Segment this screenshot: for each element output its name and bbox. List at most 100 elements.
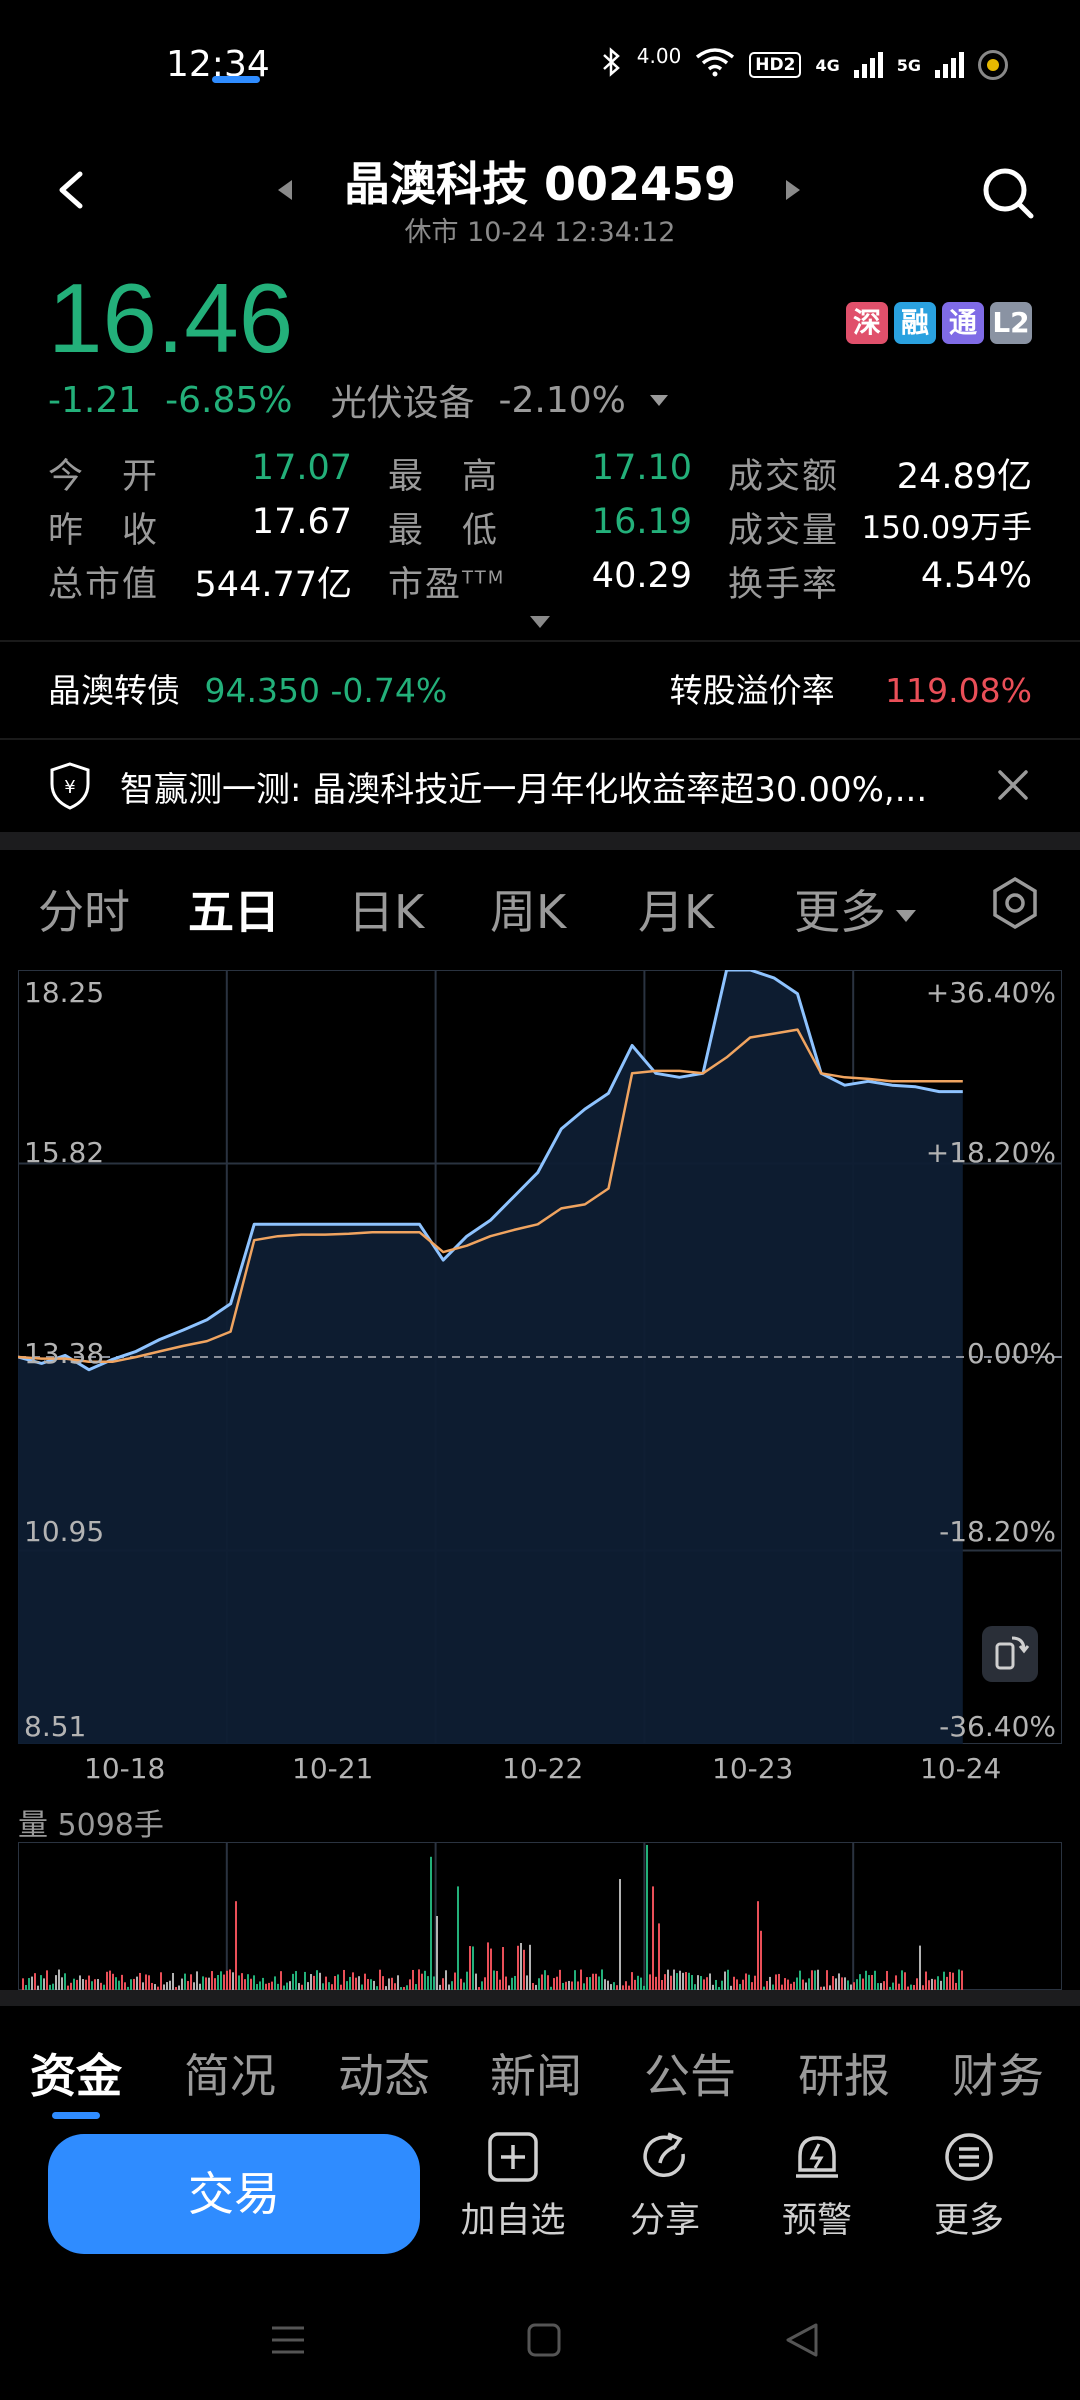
volume-bar: [241, 1973, 243, 1990]
menu-nav-icon[interactable]: [268, 2320, 308, 2360]
volume-bar: [55, 1975, 57, 1990]
info-tabs: 资金 简况 动态 新闻 公告 研报 财务: [0, 2040, 1080, 2110]
volume-bar: [523, 1949, 525, 1990]
volume-bar: [634, 1979, 636, 1990]
volume-bar: [31, 1976, 33, 1990]
add-watchlist-button[interactable]: 加自选: [448, 2130, 578, 2243]
info-tab[interactable]: 动态: [338, 2040, 430, 2106]
volume-bar: [760, 1930, 762, 1990]
next-stock-icon[interactable]: [786, 180, 800, 200]
network-type-2: 5G: [896, 55, 921, 75]
info-tab[interactable]: 资金: [30, 2040, 122, 2106]
volume-bar: [751, 1982, 753, 1990]
volume-bar: [262, 1977, 264, 1990]
stock-badge: 深: [846, 302, 888, 344]
volume-bar: [778, 1973, 780, 1990]
volume-bar: [61, 1977, 63, 1990]
volume-bar: [166, 1982, 168, 1990]
info-tab[interactable]: 新闻: [490, 2040, 582, 2106]
home-nav-icon[interactable]: [524, 2320, 564, 2360]
chart-tab[interactable]: 分时: [38, 876, 130, 942]
bond-price-change: 94.350 -0.74%: [204, 671, 448, 710]
volume-bar: [145, 1974, 147, 1990]
x-tick-label: 10-23: [712, 1752, 794, 1785]
volume-bar: [451, 1981, 453, 1990]
volume-bar: [172, 1972, 174, 1990]
volume-bar: [217, 1975, 219, 1990]
chart-tab-label: 更多: [794, 885, 886, 939]
rotate-screen-icon[interactable]: [982, 1626, 1038, 1682]
volume-bar: [394, 1983, 396, 1990]
volume-bar: [613, 1982, 615, 1990]
volume-bar: [436, 1916, 438, 1990]
trade-button[interactable]: 交易: [48, 2134, 420, 2254]
volume-bar: [877, 1983, 879, 1990]
info-tab[interactable]: 研报: [798, 2040, 890, 2106]
expand-stats-icon[interactable]: [530, 616, 550, 628]
info-tab[interactable]: 公告: [644, 2040, 736, 2106]
chart-tab[interactable]: 五日: [188, 876, 280, 942]
volume-bar: [313, 1975, 315, 1990]
volume-bar: [457, 1886, 459, 1990]
stats-row: 总市值 544.77亿 市盈TTM 40.29 换手率 4.54%: [48, 556, 1032, 610]
volume-bar: [937, 1976, 939, 1990]
volume-bar: [859, 1974, 861, 1990]
close-icon[interactable]: [996, 768, 1030, 802]
volume-bar: [520, 1943, 522, 1990]
action-bar: 交易 加自选 分享 预警 更多: [0, 2130, 1080, 2270]
volume-bar: [70, 1982, 72, 1990]
volume-bar: [832, 1976, 834, 1990]
alert-button[interactable]: 预警: [752, 2130, 882, 2243]
volume-bar: [238, 1975, 240, 1990]
premium-label: 转股溢价率: [669, 671, 835, 710]
volume-bar: [814, 1970, 816, 1990]
volume-bar: [229, 1969, 231, 1990]
chart-tab[interactable]: 更多: [794, 876, 916, 942]
stat-value: 17.10: [591, 448, 692, 488]
volume-bar: [568, 1980, 570, 1990]
y-tick-left: 8.51: [24, 1710, 87, 1743]
sector-dropdown-icon[interactable]: [649, 394, 668, 406]
price-change-row: -1.21 -6.85% 光伏设备 -2.10%: [48, 374, 668, 426]
info-tab[interactable]: 简况: [184, 2040, 276, 2106]
sector-name[interactable]: 光伏设备: [331, 374, 475, 426]
volume-bar: [211, 1971, 213, 1990]
stat-value: 4.54%: [920, 556, 1032, 596]
chart-tab[interactable]: 日K: [348, 876, 424, 942]
volume-bar: [271, 1981, 273, 1990]
notice-banner[interactable]: ¥ 智赢测一测: 晶澳科技近一月年化收益率超30.00%,...: [0, 740, 1080, 832]
stat-label: 最 低: [388, 511, 500, 551]
chart-tab[interactable]: 周K: [490, 876, 566, 942]
settings-icon[interactable]: [988, 876, 1042, 930]
volume-bar: [724, 1971, 726, 1990]
svg-text:¥: ¥: [64, 777, 75, 798]
info-tab[interactable]: 财务: [952, 2040, 1044, 2106]
info-tab-indicator: [52, 2112, 100, 2119]
volume-bar: [22, 1978, 24, 1990]
volume-bar: [151, 1982, 153, 1990]
volume-bar: [421, 1973, 423, 1990]
y-tick-right: 0.00%: [967, 1337, 1056, 1370]
back-nav-icon[interactable]: [782, 2320, 822, 2360]
volume-bar: [286, 1982, 288, 1990]
share-button[interactable]: 分享: [600, 2130, 730, 2243]
bond-name: 晶澳转债: [48, 671, 180, 710]
sector-change[interactable]: -2.10%: [499, 380, 626, 421]
volume-bar: [637, 1975, 639, 1990]
volume-bar: [847, 1980, 849, 1990]
stock-badge: 通: [942, 302, 984, 344]
more-button[interactable]: 更多: [904, 2130, 1034, 2243]
volume-bar: [484, 1977, 486, 1990]
volume-bar: [307, 1982, 309, 1990]
volume-bar: [748, 1974, 750, 1990]
volume-bar: [547, 1975, 549, 1990]
price-change: -1.21: [48, 379, 142, 421]
volume-bar: [388, 1978, 390, 1990]
search-icon[interactable]: [980, 165, 1036, 221]
volume-bar: [865, 1970, 867, 1990]
stat-label: 换手率: [728, 565, 840, 605]
volume-bar: [556, 1976, 558, 1990]
chart-tab[interactable]: 月K: [638, 876, 714, 942]
volume-bar: [595, 1973, 597, 1990]
volume-bar: [190, 1974, 192, 1990]
